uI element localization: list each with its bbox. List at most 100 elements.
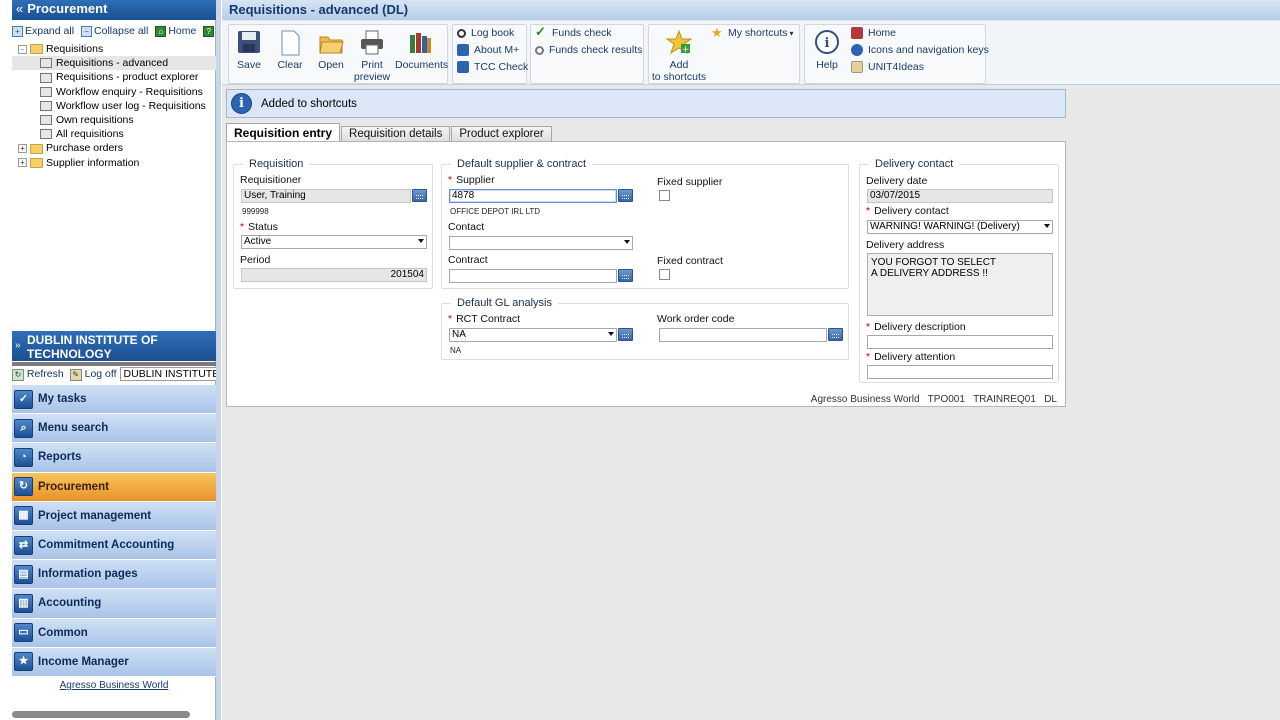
- rct-contract-dropdown[interactable]: NA: [449, 328, 617, 342]
- refresh-label: Refresh: [26, 367, 64, 380]
- status-value: Active: [244, 236, 272, 247]
- tab-strip: Requisition entry Requisition details Pr…: [226, 123, 553, 142]
- module-accounting[interactable]: ▥ Accounting: [12, 589, 216, 619]
- delivery-attention-field[interactable]: [867, 365, 1053, 379]
- ribbon-group-info: Log book About M+ TCC Check: [452, 24, 528, 84]
- contact-dropdown[interactable]: [449, 236, 633, 250]
- menu-tree: - Requisitions Requisitions - advanced Requ…: [12, 42, 216, 170]
- client-selector[interactable]: DUBLIN INSTITUTE OF: [119, 367, 216, 381]
- icons-keys-link[interactable]: Icons and navigation keys: [851, 42, 989, 58]
- tree-item[interactable]: Workflow enquiry - Requisitions: [12, 85, 216, 99]
- log-book-label: Log book: [471, 27, 515, 39]
- agresso-link[interactable]: Agresso Business World: [12, 680, 216, 691]
- fixed-contract-checkbox[interactable]: [659, 269, 670, 280]
- tab-requisition-entry[interactable]: Requisition entry: [226, 123, 341, 142]
- module-label: Project management: [38, 509, 152, 522]
- lookup-icon[interactable]: [618, 328, 633, 341]
- contact-label: Contact: [448, 221, 485, 233]
- star-icon: ★: [14, 652, 33, 672]
- module-project-management[interactable]: ▦ Project management: [12, 501, 216, 531]
- lookup-icon[interactable]: [828, 328, 843, 341]
- module-procurement[interactable]: ↻ Procurement: [12, 472, 216, 502]
- tree-item[interactable]: + Purchase orders: [12, 141, 216, 155]
- clear-button[interactable]: Clear: [270, 29, 310, 71]
- requisition-entry-panel: Requisition Requisitioner User, Training…: [226, 141, 1066, 407]
- funds-check-button[interactable]: ✓ Funds check: [535, 25, 612, 41]
- home-button[interactable]: ⌂ Home: [155, 25, 196, 37]
- help-button[interactable]: i Help: [807, 29, 847, 71]
- period-label: Period: [240, 254, 271, 266]
- my-shortcuts-dropdown[interactable]: ★ My shortcuts ▾: [711, 25, 794, 41]
- module-my-tasks[interactable]: ✓ My tasks: [12, 385, 216, 415]
- open-label: Open: [318, 59, 344, 71]
- delivery-date-label: Delivery date: [866, 175, 928, 187]
- tree-item[interactable]: + Supplier information: [12, 156, 216, 170]
- tree-item[interactable]: Requisitions - advanced: [12, 56, 216, 71]
- delivery-attention-label-text: Delivery attention: [874, 351, 956, 363]
- period-field[interactable]: 201504: [241, 268, 427, 282]
- required-marker: *: [866, 321, 871, 333]
- module-menu-search[interactable]: ⌕ Menu search: [12, 414, 216, 444]
- work-order-field[interactable]: [659, 328, 827, 342]
- tcc-check-button[interactable]: TCC Check: [457, 59, 528, 75]
- tree-item[interactable]: Workflow user log - Requisitions: [12, 99, 216, 113]
- help-icon[interactable]: ?: [203, 25, 214, 37]
- document-icon: [40, 86, 52, 97]
- delivery-address-textarea[interactable]: YOU FORGOT TO SELECT A DELIVERY ADDRESS …: [867, 253, 1053, 316]
- tab-product-explorer[interactable]: Product explorer: [451, 126, 552, 142]
- module-information-pages[interactable]: ▤ Information pages: [12, 560, 216, 590]
- nav-header[interactable]: « Procurement: [12, 0, 216, 20]
- tree-item[interactable]: - Requisitions: [12, 42, 216, 56]
- save-button[interactable]: Save: [229, 29, 269, 71]
- logoff-button[interactable]: ✎ Log off: [69, 368, 117, 381]
- lookup-icon[interactable]: [618, 189, 633, 202]
- unit4ideas-link[interactable]: UNIT4Ideas: [851, 59, 924, 75]
- tree-item[interactable]: Own requisitions: [12, 113, 216, 127]
- add-to-shortcuts-button[interactable]: + Add to shortcuts: [651, 29, 707, 83]
- delivery-date-field[interactable]: 03/07/2015: [867, 189, 1053, 203]
- delivery-description-field[interactable]: [867, 335, 1053, 349]
- refresh-button[interactable]: ↻ Refresh: [12, 368, 64, 381]
- pane-splitter[interactable]: [216, 0, 221, 720]
- tree-item[interactable]: All requisitions: [12, 127, 216, 141]
- module-common[interactable]: ▭ Common: [12, 618, 216, 648]
- delivery-legend: Delivery contact: [869, 157, 960, 171]
- expand-all-button[interactable]: + Expand all: [12, 25, 74, 37]
- home-link[interactable]: Home: [851, 25, 896, 41]
- module-commitment-accounting[interactable]: ⇄ Commitment Accounting: [12, 530, 216, 561]
- delivery-contact-dropdown[interactable]: WARNING! WARNING! (Delivery): [867, 220, 1053, 234]
- tcc-label: TCC Check: [474, 61, 529, 73]
- module-reports[interactable]: ◔ Reports: [12, 443, 216, 473]
- tree-item[interactable]: Requisitions - product explorer: [12, 70, 216, 84]
- collapse-chevron-icon[interactable]: «: [16, 1, 23, 16]
- collapse-all-button[interactable]: − Collapse all: [81, 25, 148, 37]
- expand-node-icon[interactable]: +: [18, 158, 27, 168]
- required-marker: *: [448, 174, 453, 186]
- requisitioner-id: 999998: [242, 207, 269, 216]
- collapse-chevron-icon[interactable]: »: [15, 339, 21, 353]
- required-marker: *: [866, 351, 871, 363]
- log-book-button[interactable]: Log book: [457, 25, 514, 41]
- documents-button[interactable]: Documents: [395, 29, 448, 71]
- funds-check-results-button[interactable]: Funds check results: [535, 42, 642, 58]
- horizontal-scrollbar[interactable]: [12, 711, 190, 718]
- lookup-icon[interactable]: [412, 189, 427, 202]
- ribbon-toolbar: Save Clear Open Print preview Documents L…: [222, 21, 1280, 85]
- open-button[interactable]: Open: [311, 29, 351, 71]
- gl-legend: Default GL analysis: [451, 296, 558, 310]
- expand-node-icon[interactable]: +: [18, 144, 27, 154]
- lookup-icon[interactable]: [618, 269, 633, 282]
- module-label: Reports: [38, 451, 82, 464]
- module-income-manager[interactable]: ★ Income Manager: [12, 647, 216, 677]
- organisation-header[interactable]: » DUBLIN INSTITUTE OF TECHNOLOGY: [12, 331, 216, 361]
- fixed-supplier-checkbox[interactable]: [659, 190, 670, 201]
- requisitioner-field[interactable]: User, Training: [241, 189, 411, 203]
- tab-requisition-details[interactable]: Requisition details: [341, 126, 451, 142]
- print-preview-button[interactable]: Print preview: [352, 29, 392, 83]
- caret-down-icon: ▾: [789, 29, 794, 38]
- contract-field[interactable]: [449, 269, 617, 283]
- collapse-node-icon[interactable]: -: [18, 44, 27, 54]
- about-button[interactable]: About M+: [457, 42, 519, 58]
- status-dropdown[interactable]: Active: [241, 235, 427, 249]
- supplier-field[interactable]: 4878: [449, 189, 617, 203]
